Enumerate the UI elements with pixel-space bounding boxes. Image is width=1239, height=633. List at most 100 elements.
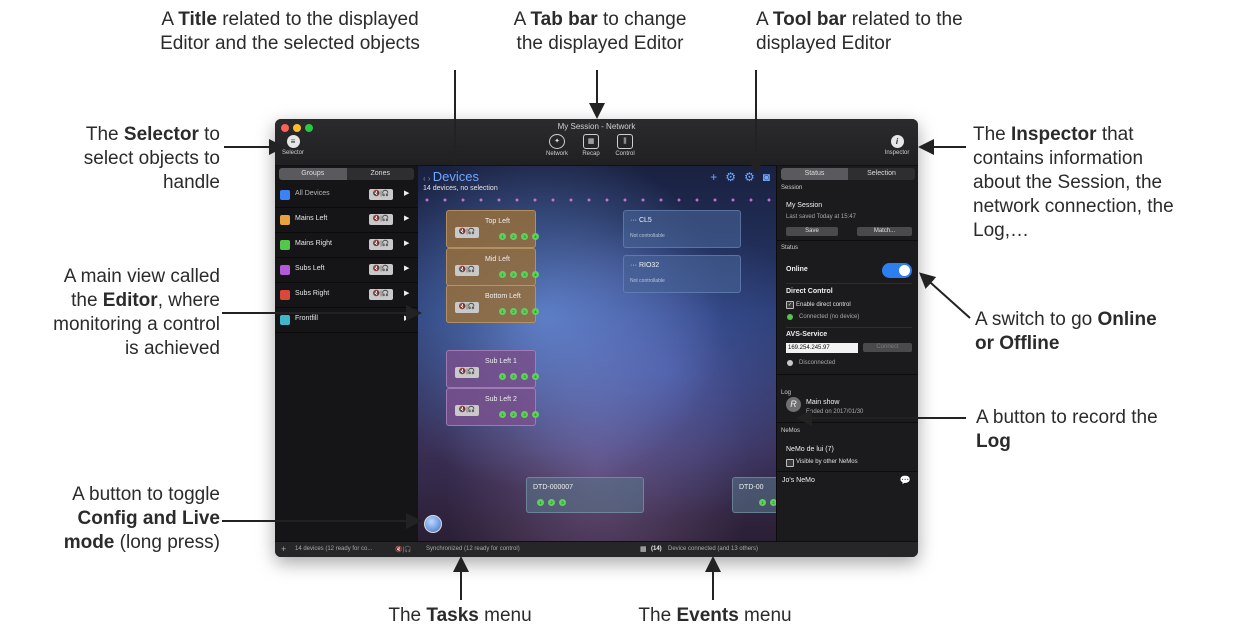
- inspector-button[interactable]: i Inspector: [882, 135, 912, 156]
- play-arrow-icon[interactable]: ▶: [404, 189, 409, 197]
- device-card[interactable]: 🔇|🎧 Bottom Left 1234: [446, 285, 539, 323]
- channel-leds: 1234: [499, 411, 539, 418]
- group-name: Mains Left: [295, 215, 328, 222]
- device-card[interactable]: 🔇|🎧 Sub Left 1 1234: [446, 350, 539, 388]
- dtd-device-card[interactable]: DTD-00 12: [732, 477, 776, 513]
- channel-leds: 1234: [499, 271, 539, 278]
- visible-by-other-nemos-checkbox[interactable]: [786, 459, 794, 467]
- tab-status[interactable]: Status: [781, 168, 848, 180]
- device-name: DTD-000007: [533, 484, 574, 491]
- connect-button[interactable]: Connect: [863, 343, 912, 352]
- play-arrow-icon[interactable]: ▶: [404, 239, 409, 247]
- tab-control-label: Control: [615, 151, 635, 157]
- remote-device-card[interactable]: ··· RIO32 Not controllable: [623, 255, 741, 293]
- editor-view: ‹ › Devices 14 devices, no selection + ⚙…: [418, 166, 776, 541]
- device-card[interactable]: 🔇|🎧 Mid Left 1234: [446, 248, 539, 286]
- status-bar: + 14 devices (12 ready for co... 🔇|🎧 Syn…: [275, 541, 918, 557]
- device-name: DTD-00: [739, 484, 764, 491]
- group-row[interactable]: Subs Right 🔇|🎧 ▶: [275, 283, 418, 308]
- config-live-mode-button[interactable]: [424, 515, 442, 533]
- annotation-selector: The Selector to select objects to handle: [83, 124, 220, 193]
- events-menu[interactable]: Device connected (and 13 others): [668, 546, 758, 552]
- editor-toolbar: + ⚙ ⚙ ◙: [710, 170, 770, 184]
- selector-button[interactable]: ≡ Selector: [281, 135, 305, 156]
- device-count-text: 14 devices (12 ready for co...: [295, 546, 373, 552]
- tab-groups[interactable]: Groups: [279, 168, 347, 180]
- channel-leds: 1234: [499, 308, 539, 315]
- device-name: ··· CL5: [630, 217, 652, 224]
- online-toggle[interactable]: [882, 263, 912, 278]
- tab-network[interactable]: ✦ Network: [543, 134, 571, 157]
- divider: [786, 327, 912, 328]
- mute-solo-buttons[interactable]: 🔇|🎧: [369, 264, 393, 275]
- tab-zones[interactable]: Zones: [346, 168, 414, 180]
- mute-solo-buttons[interactable]: 🔇|🎧: [455, 265, 479, 276]
- avs-ip-field[interactable]: 169.254.245.97: [786, 343, 858, 353]
- tasks-menu[interactable]: Synchronized (12 ready for control): [426, 546, 520, 552]
- device-card[interactable]: 🔇|🎧 Top Left 1234: [446, 210, 539, 248]
- group-row[interactable]: Mains Right 🔇|🎧 ▶: [275, 233, 418, 258]
- camera-icon[interactable]: ◙: [763, 170, 770, 184]
- group-name: All Devices: [295, 190, 330, 197]
- mute-solo-buttons[interactable]: 🔇|🎧: [455, 405, 479, 416]
- channel-leds: 123: [537, 499, 566, 506]
- add-icon[interactable]: +: [710, 170, 717, 184]
- title-bar: My Session - Network ≡ Selector ✦ Networ…: [275, 119, 918, 166]
- log-date: Ended on 2017/01/30: [806, 409, 864, 415]
- disconnected-status-dot: [787, 360, 793, 366]
- session-name: My Session: [786, 202, 823, 209]
- connected-status-text: Connected (no device): [799, 314, 860, 320]
- group-row[interactable]: Subs Left 🔇|🎧 ▶: [275, 258, 418, 283]
- message-icon[interactable]: 💬: [900, 475, 911, 486]
- info-icon: i: [890, 135, 904, 148]
- events-count[interactable]: (14): [651, 546, 662, 552]
- play-arrow-icon[interactable]: ▶: [404, 289, 409, 297]
- mute-solo-buttons[interactable]: 🔇|🎧: [455, 227, 479, 238]
- jos-nemo-row[interactable]: Jo's NeMo: [782, 477, 815, 484]
- mute-solo-icon[interactable]: 🔇|🎧: [395, 546, 412, 553]
- mute-solo-buttons[interactable]: 🔇|🎧: [455, 302, 479, 313]
- mute-solo-buttons[interactable]: 🔇|🎧: [369, 214, 393, 225]
- group-row[interactable]: Frontfill ▶: [275, 308, 418, 333]
- mute-solo-buttons[interactable]: 🔇|🎧: [369, 189, 393, 200]
- log-name: Main show: [806, 399, 840, 406]
- arrow-online: [919, 272, 971, 319]
- tab-recap[interactable]: ▦ Recap: [577, 134, 605, 157]
- annotation-tasks: The Tasks menu: [388, 605, 532, 626]
- record-log-button[interactable]: R: [786, 397, 801, 412]
- group-color-swatch: [280, 215, 290, 225]
- mute-solo-buttons[interactable]: 🔇|🎧: [369, 239, 393, 250]
- match-button[interactable]: Match...: [857, 227, 912, 236]
- divider: [777, 374, 918, 375]
- channel-leds: 1234: [499, 233, 539, 240]
- tab-control[interactable]: ⫼ Control: [611, 134, 639, 157]
- group-color-swatch: [280, 240, 290, 250]
- play-arrow-icon[interactable]: ▶: [404, 314, 409, 322]
- device-config-icon[interactable]: ⚙: [744, 170, 755, 184]
- toggle-knob: [899, 265, 910, 276]
- mute-solo-buttons[interactable]: 🔇|🎧: [455, 367, 479, 378]
- group-row[interactable]: Mains Left 🔇|🎧 ▶: [275, 208, 418, 233]
- session-saved-text: Last saved Today at 15:47: [786, 214, 856, 220]
- group-row[interactable]: All Devices 🔇|🎧 ▶: [275, 183, 418, 208]
- connected-status-dot: [787, 314, 793, 320]
- annotation-tabbar: A Tab bar to change the displayed Editor: [513, 9, 687, 54]
- dtd-device-card[interactable]: DTD-000007 123: [526, 477, 644, 513]
- device-card[interactable]: 🔇|🎧 Sub Left 2 1234: [446, 388, 539, 426]
- back-forward-icon[interactable]: ‹ ›: [423, 174, 433, 183]
- play-arrow-icon[interactable]: ▶: [404, 264, 409, 272]
- device-name: Bottom Left: [485, 293, 521, 300]
- play-arrow-icon[interactable]: ▶: [404, 214, 409, 222]
- remote-device-card[interactable]: ··· CL5 Not controllable: [623, 210, 741, 248]
- save-button[interactable]: Save: [786, 227, 838, 236]
- annotation-toolbar: A Tool bar related to the displayed Edit…: [756, 9, 963, 54]
- mute-solo-buttons[interactable]: 🔇|🎧: [369, 289, 393, 300]
- divider: [777, 240, 918, 241]
- enable-direct-control-checkbox[interactable]: ✓: [786, 301, 794, 309]
- editor-title: ‹ › Devices: [423, 169, 479, 184]
- enable-direct-control-label: Enable direct control: [796, 302, 851, 308]
- events-icon[interactable]: ▦: [640, 545, 647, 553]
- network-config-icon[interactable]: ⚙: [725, 170, 736, 184]
- add-group-icon[interactable]: +: [281, 544, 286, 554]
- tab-selection[interactable]: Selection: [848, 168, 915, 180]
